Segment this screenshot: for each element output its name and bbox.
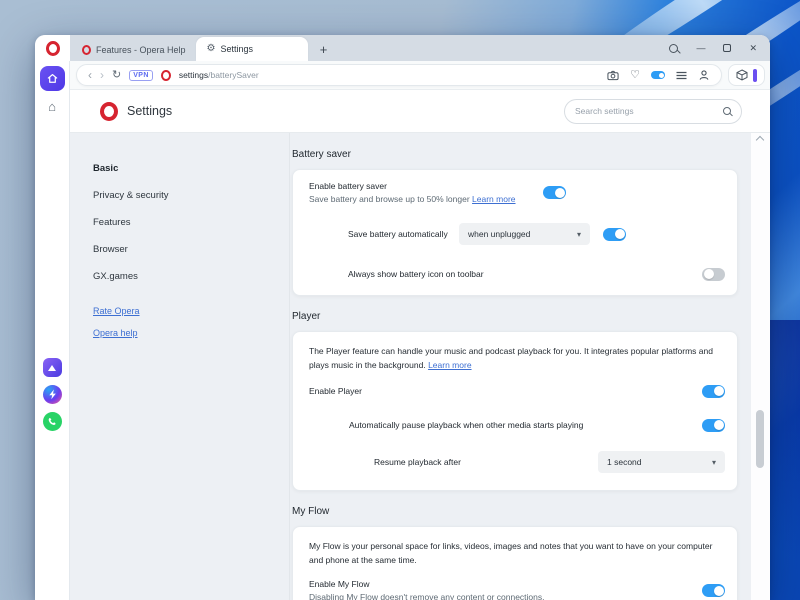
- enable-battery-saver-row: Enable battery saver Save battery and br…: [293, 170, 737, 213]
- url-text: settings/batterySaver: [179, 70, 259, 80]
- nav-item-browser[interactable]: Browser: [93, 244, 289, 255]
- opera-help-link[interactable]: Opera help: [93, 328, 289, 338]
- row-title: Automatically pause playback when other …: [349, 420, 583, 430]
- save-battery-automatically-dropdown[interactable]: when unplugged: [459, 223, 590, 245]
- nav-item-basic[interactable]: Basic: [93, 163, 289, 174]
- resume-playback-dropdown[interactable]: 1 second: [598, 451, 725, 473]
- minimize-button[interactable]: —: [696, 44, 705, 53]
- page-scrollbar[interactable]: [751, 133, 770, 600]
- maximize-button[interactable]: [723, 44, 731, 52]
- battery-saver-card: Enable battery saver Save battery and br…: [292, 169, 738, 296]
- row-subtitle: Disabling My Flow doesn't remove any con…: [309, 592, 545, 600]
- rate-opera-link[interactable]: Rate Opera: [93, 306, 289, 316]
- workspace-home-icon[interactable]: ⌂: [48, 100, 56, 113]
- battery-saver-icon[interactable]: [651, 71, 665, 79]
- settings-search-box[interactable]: [564, 99, 742, 124]
- aria-app-icon[interactable]: [43, 358, 62, 377]
- aria-logo: [48, 365, 56, 371]
- auto-pause-toggle[interactable]: [702, 419, 725, 432]
- settings-header: Settings: [70, 90, 770, 133]
- section-heading-my-flow: My Flow: [292, 506, 770, 517]
- learn-more-link[interactable]: Learn more: [472, 194, 515, 204]
- speed-dial-button[interactable]: [40, 66, 65, 91]
- page-title: Settings: [127, 104, 172, 118]
- row-title: Enable Player: [309, 386, 362, 396]
- my-flow-description: My Flow is your personal space for links…: [293, 527, 737, 569]
- enable-battery-saver-toggle[interactable]: [543, 186, 566, 199]
- opera-logo-icon: [100, 102, 118, 121]
- sidebar-panel-indicator: [753, 69, 757, 82]
- settings-content: Battery saver Enable battery saver Save …: [290, 133, 770, 600]
- desktop-background: Features - Opera Help ⚙ Settings + — ✕: [0, 0, 800, 600]
- settings-body: Basic Privacy & security Features Browse…: [70, 133, 770, 600]
- row-title: Enable My Flow: [309, 579, 545, 589]
- opera-logo-icon: [46, 41, 60, 56]
- search-icon[interactable]: [669, 44, 678, 53]
- tab-features-opera-help[interactable]: Features - Opera Help: [70, 39, 196, 61]
- settings-search-input[interactable]: [575, 106, 717, 116]
- tab-label: Features - Opera Help: [96, 45, 186, 55]
- opera-menu-button[interactable]: [35, 35, 70, 61]
- easy-setup-icon[interactable]: [676, 71, 687, 80]
- show-battery-icon-toggle[interactable]: [702, 268, 725, 281]
- player-card: The Player feature can handle your music…: [292, 331, 738, 491]
- lightning-icon: [48, 389, 57, 400]
- nav-item-gx-games[interactable]: GX.games: [93, 271, 289, 282]
- enable-player-row: Enable Player: [293, 374, 737, 408]
- forward-button[interactable]: ›: [100, 69, 104, 81]
- messenger-app-icon[interactable]: [43, 385, 62, 404]
- nav-item-privacy-security[interactable]: Privacy & security: [93, 190, 289, 201]
- learn-more-link[interactable]: Learn more: [428, 360, 471, 370]
- save-battery-automatically-row: Save battery automatically when unplugge…: [293, 213, 737, 255]
- row-subtitle: Save battery and browse up to 50% longer…: [309, 194, 535, 204]
- scrollbar-thumb[interactable]: [756, 410, 764, 468]
- home-icon: [46, 72, 59, 85]
- snapshot-camera-icon[interactable]: [607, 70, 619, 81]
- nav-item-features[interactable]: Features: [93, 217, 289, 228]
- favorites-heart-icon[interactable]: ♡: [630, 70, 640, 81]
- sidebar-apps: [43, 358, 62, 431]
- profile-icon[interactable]: [698, 69, 710, 81]
- opera-page-icon: [161, 70, 171, 81]
- whatsapp-app-icon[interactable]: [43, 412, 62, 431]
- row-title: Enable battery saver: [309, 181, 535, 191]
- auto-pause-row: Automatically pause playback when other …: [293, 408, 737, 442]
- search-icon: [723, 107, 731, 115]
- resume-playback-row: Resume playback after 1 second: [293, 442, 737, 490]
- back-button[interactable]: ‹: [88, 69, 92, 81]
- new-tab-button[interactable]: +: [315, 40, 333, 58]
- enable-my-flow-toggle[interactable]: [702, 584, 725, 597]
- reload-button[interactable]: ↻: [112, 70, 121, 81]
- save-battery-automatically-toggle[interactable]: [603, 228, 626, 241]
- enable-my-flow-row: Enable My Flow Disabling My Flow doesn't…: [293, 569, 737, 600]
- enable-player-toggle[interactable]: [702, 385, 725, 398]
- sidebar-setup-pill[interactable]: [728, 64, 765, 86]
- vpn-badge[interactable]: VPN: [129, 70, 153, 81]
- address-toolbar: ‹ › ↻ VPN settings/batterySaver: [70, 61, 770, 90]
- tab-bar: Features - Opera Help ⚙ Settings + — ✕: [35, 35, 770, 61]
- phone-icon: [47, 416, 58, 427]
- battery-icon-toolbar-row: Always show battery icon on toolbar: [293, 255, 737, 295]
- address-bar-actions: ♡: [607, 69, 710, 81]
- close-button[interactable]: ✕: [749, 44, 757, 53]
- address-bar[interactable]: ‹ › ↻ VPN settings/batterySaver: [76, 64, 722, 86]
- window-controls: — ✕: [669, 35, 770, 61]
- section-heading-battery-saver: Battery saver: [292, 149, 770, 160]
- browser-sidebar: ⌂: [35, 61, 70, 600]
- extensions-cube-icon: [736, 69, 748, 81]
- scroll-up-arrow-icon[interactable]: [756, 136, 764, 144]
- settings-nav: Basic Privacy & security Features Browse…: [70, 133, 290, 600]
- row-title: Always show battery icon on toolbar: [348, 269, 484, 279]
- tab-label: Settings: [221, 44, 254, 54]
- row-title: Resume playback after: [374, 457, 461, 467]
- player-description: The Player feature can handle your music…: [293, 332, 737, 374]
- my-flow-card: My Flow is your personal space for links…: [292, 526, 738, 600]
- section-heading-player: Player: [292, 311, 770, 322]
- opera-favicon-icon: [82, 45, 91, 55]
- row-title: Save battery automatically: [348, 229, 459, 239]
- gear-icon: ⚙: [207, 44, 216, 54]
- tab-settings[interactable]: ⚙ Settings: [196, 37, 308, 61]
- browser-window: Features - Opera Help ⚙ Settings + — ✕: [35, 35, 770, 600]
